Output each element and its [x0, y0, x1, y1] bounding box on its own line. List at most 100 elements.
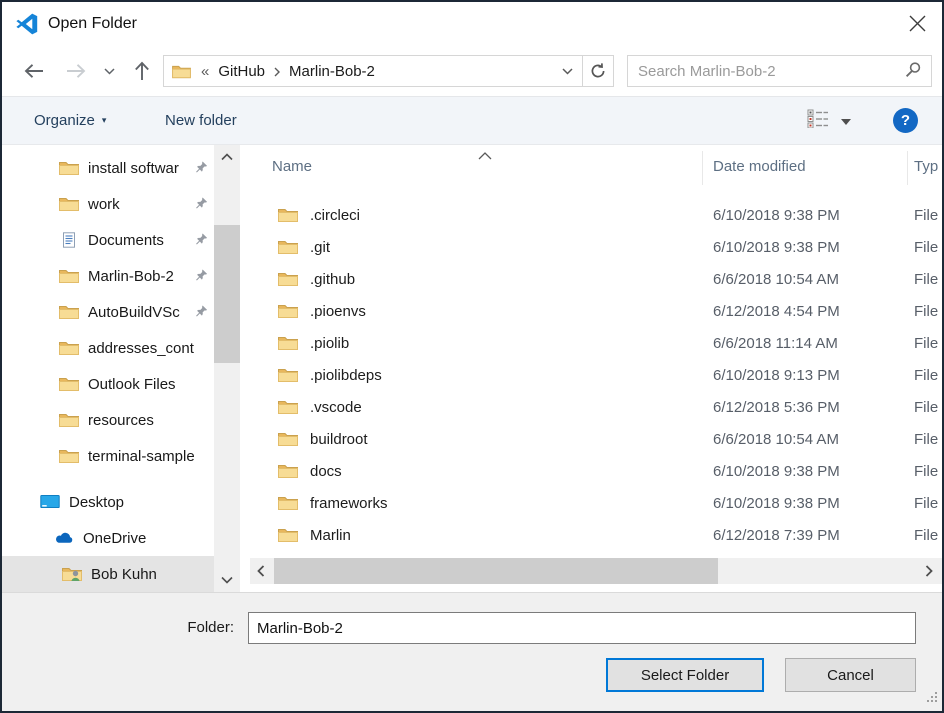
file-row[interactable]: frameworks 6/10/2018 9:38 PM File [250, 487, 942, 519]
select-folder-button[interactable]: Select Folder [606, 658, 764, 692]
back-button[interactable] [22, 59, 46, 83]
scroll-right-button[interactable] [918, 558, 940, 584]
folder-icon [59, 340, 79, 356]
sidebar-item[interactable]: Outlook Files [2, 366, 214, 402]
file-type: File [914, 527, 944, 544]
pin-icon[interactable] [195, 305, 208, 318]
refresh-button[interactable] [583, 56, 613, 86]
column-header-date-modified[interactable]: Date modified [713, 158, 806, 175]
folder-name-input[interactable] [248, 612, 916, 644]
file-name: .circleci [310, 207, 360, 224]
pin-icon[interactable] [195, 269, 208, 282]
file-row[interactable]: Marlin 6/12/2018 7:39 PM File [250, 519, 942, 551]
file-row[interactable]: .pioenvs 6/12/2018 4:54 PM File [250, 295, 942, 327]
scroll-up-button[interactable] [214, 147, 240, 167]
file-row[interactable]: .piolibdeps 6/10/2018 9:13 PM File [250, 359, 942, 391]
sidebar-item[interactable]: install softwar [2, 150, 214, 186]
file-row[interactable]: .vscode 6/12/2018 5:36 PM File [250, 391, 942, 423]
user-folder-icon [62, 566, 82, 582]
folder-icon [278, 463, 298, 479]
sidebar-item[interactable]: resources [2, 402, 214, 438]
up-button[interactable] [130, 59, 154, 83]
dialog-footer: Folder: Select Folder Cancel [2, 592, 942, 711]
file-row[interactable]: .git 6/10/2018 9:38 PM File [250, 231, 942, 263]
sidebar-item-label: resources [88, 412, 154, 429]
refresh-icon [589, 62, 607, 80]
scroll-down-button[interactable] [214, 570, 240, 590]
file-date-modified: 6/12/2018 4:54 PM [713, 303, 840, 320]
organize-button[interactable]: Organize ▾ [34, 97, 106, 144]
breadcrumb-item-marlin-bob-2[interactable]: Marlin-Bob-2 [289, 63, 375, 80]
sidebar-item-label: install softwar [88, 160, 179, 177]
file-date-modified: 6/6/2018 11:14 AM [713, 335, 838, 352]
file-row[interactable]: docs 6/10/2018 9:38 PM File [250, 455, 942, 487]
folder-icon [278, 207, 298, 223]
column-divider[interactable] [907, 151, 908, 185]
folder-icon [278, 271, 298, 287]
close-button[interactable] [900, 10, 934, 40]
breadcrumb-overflow[interactable]: « [201, 63, 209, 80]
breadcrumb-item-github[interactable]: GitHub [218, 63, 265, 80]
file-row[interactable]: .circleci 6/10/2018 9:38 PM File [250, 199, 942, 231]
sidebar-item[interactable]: Documents [2, 222, 214, 258]
caret-down-icon[interactable] [841, 112, 851, 129]
sidebar-item[interactable]: work [2, 186, 214, 222]
search-icon[interactable] [905, 61, 922, 82]
sidebar-item[interactable]: Marlin-Bob-2 [2, 258, 214, 294]
file-row[interactable]: .piolib 6/6/2018 11:14 AM File [250, 327, 942, 359]
column-header-name[interactable]: Name [272, 158, 312, 175]
file-type: File [914, 463, 944, 480]
sidebar-item[interactable]: AutoBuildVSc [2, 294, 214, 330]
search-input[interactable] [628, 63, 905, 80]
sidebar-item-label: addresses_conta [88, 340, 194, 357]
address-dropdown-button[interactable] [552, 56, 582, 86]
up-arrow-icon [130, 59, 154, 83]
window-title: Open Folder [48, 2, 137, 46]
sidebar-item[interactable]: OneDrive [2, 520, 214, 556]
open-folder-dialog: Open Folder « GitHub [0, 0, 944, 713]
resize-grip[interactable] [925, 690, 938, 707]
recent-locations-button[interactable] [100, 59, 118, 83]
address-bar[interactable]: « GitHub Marlin-Bob-2 [163, 55, 614, 87]
folder-icon [59, 268, 79, 284]
sidebar-item-label: AutoBuildVSc [88, 304, 180, 321]
pin-icon[interactable] [195, 161, 208, 174]
vscode-logo-icon [15, 12, 39, 36]
forward-button[interactable] [64, 59, 88, 83]
sidebar-scrollbar[interactable] [214, 145, 240, 592]
pin-icon[interactable] [195, 197, 208, 210]
breadcrumb-chevron-icon[interactable] [274, 64, 280, 81]
folder-icon [59, 448, 79, 464]
view-mode-button[interactable] [807, 97, 851, 144]
sidebar-item-label: Desktop [69, 494, 124, 511]
details-view-icon [807, 109, 829, 132]
folder-icon [59, 160, 79, 176]
help-button[interactable]: ? [893, 108, 918, 133]
sidebar-item[interactable]: addresses_conta [2, 330, 214, 366]
scrollbar-thumb[interactable] [214, 225, 240, 363]
sidebar-item[interactable]: Desktop [2, 484, 214, 520]
column-divider[interactable] [702, 151, 703, 185]
new-folder-button[interactable]: New folder [165, 97, 237, 144]
scrollbar-thumb[interactable] [274, 558, 718, 584]
file-date-modified: 6/12/2018 5:36 PM [713, 399, 840, 416]
folder-label: Folder: [132, 613, 234, 643]
scroll-left-button[interactable] [250, 558, 272, 584]
search-box [627, 55, 932, 87]
sidebar-item[interactable]: Bob Kuhn [2, 556, 214, 592]
file-row[interactable]: buildroot 6/6/2018 10:54 AM File [250, 423, 942, 455]
folder-icon [59, 376, 79, 392]
folder-icon [278, 335, 298, 351]
navigation-bar: « GitHub Marlin-Bob-2 [2, 46, 942, 96]
sidebar-item-label: Bob Kuhn [91, 566, 157, 583]
sidebar-item-label: OneDrive [83, 530, 146, 547]
column-header-type[interactable]: Typ [914, 158, 938, 175]
file-row[interactable]: .github 6/6/2018 10:54 AM File [250, 263, 942, 295]
file-list-horizontal-scrollbar[interactable] [250, 558, 942, 584]
pin-icon[interactable] [195, 233, 208, 246]
navigation-pane: install softwar work Documents [2, 145, 214, 592]
cancel-button[interactable]: Cancel [785, 658, 916, 692]
file-type: File [914, 399, 944, 416]
sidebar-item[interactable]: terminal-sample [2, 438, 214, 474]
sort-ascending-icon[interactable] [478, 147, 492, 164]
